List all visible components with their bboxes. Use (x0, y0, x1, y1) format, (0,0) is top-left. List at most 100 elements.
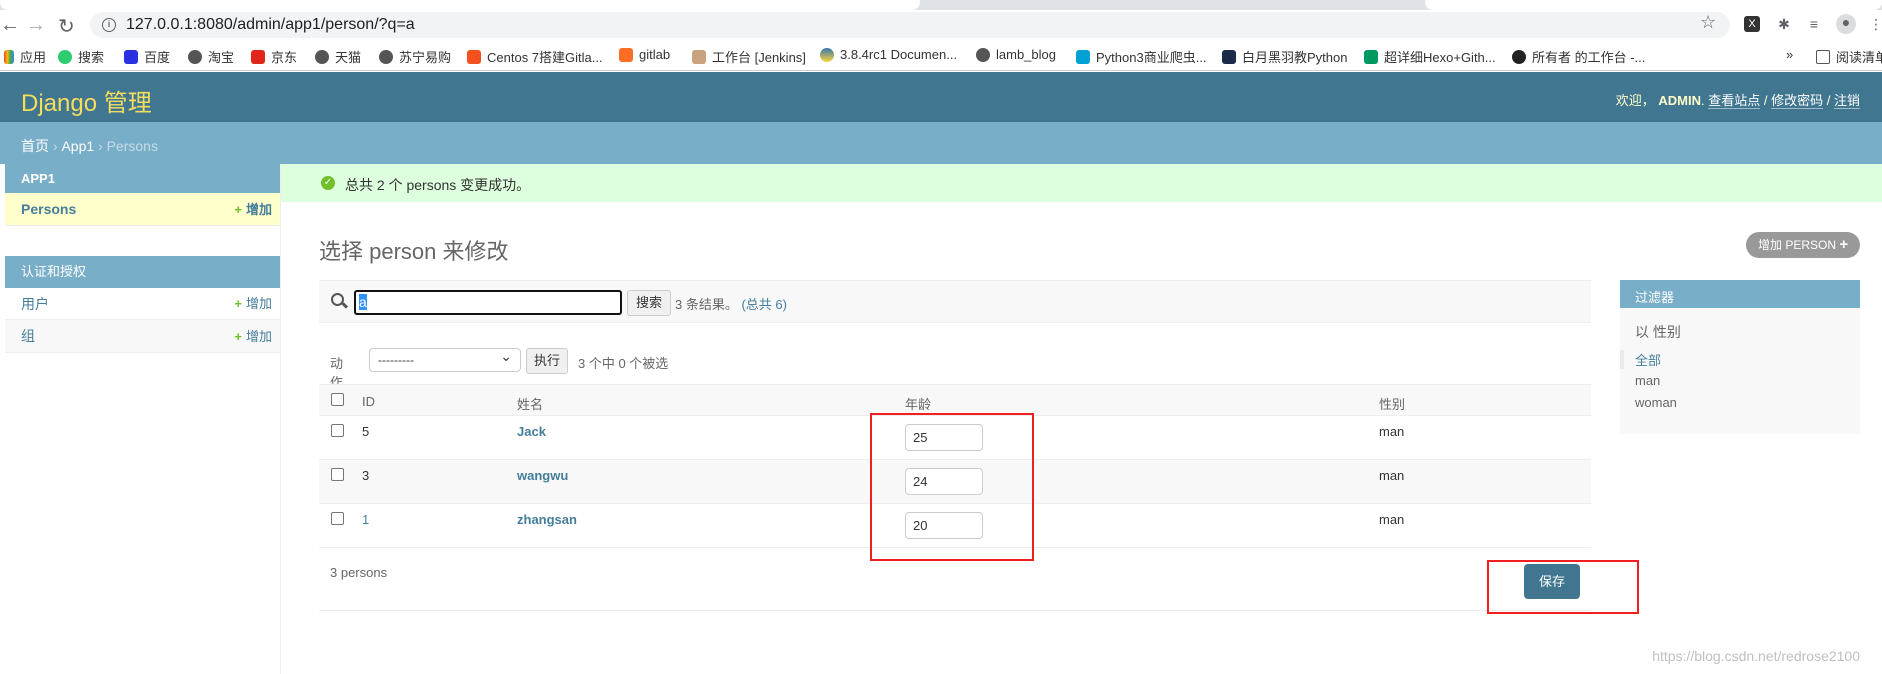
more-bookmarks[interactable]: » (1786, 47, 1793, 62)
separator: / (1763, 93, 1768, 108)
page-title: 选择 person 来修改 (319, 239, 509, 264)
add-person-label: 增加 PERSON (1758, 238, 1837, 252)
show-all-link[interactable]: (总共 6) (741, 297, 787, 312)
breadcrumb-app[interactable]: App1 (61, 138, 94, 154)
column-header-age[interactable]: 年龄 (905, 394, 931, 413)
bookmark[interactable]: Python3商业爬虫... (1076, 47, 1207, 66)
address-bar[interactable]: i 127.0.0.1:8080/admin/app1/person/?q=a (90, 12, 1730, 38)
sidebar-item-label[interactable]: 用户 (21, 296, 49, 312)
bookmark-label: gitlab (639, 47, 671, 62)
column-header-name[interactable]: 姓名 (517, 394, 543, 413)
add-group-link[interactable]: + 增加 (234, 320, 272, 353)
jd-icon (251, 49, 265, 64)
reading-list-icon (1816, 49, 1830, 64)
menu-icon[interactable]: ⋮ (1868, 16, 1882, 32)
reload-icon[interactable]: ↻ (58, 14, 75, 39)
bookmark-apps[interactable]: 应用 (4, 47, 46, 66)
cell-name-link[interactable]: Jack (517, 424, 546, 439)
bookmark-label: Python3商业爬虫... (1096, 50, 1207, 65)
bookmark[interactable]: 工作台 [Jenkins] (692, 47, 806, 66)
profile-icon[interactable]: ● (1836, 14, 1856, 34)
bookmark[interactable]: 搜索 (58, 47, 104, 66)
bookmark[interactable]: 淘宝 (188, 47, 234, 66)
search-value: a (359, 294, 367, 310)
search-button[interactable]: 搜索 (627, 290, 671, 316)
reading-list-label: 阅读清单 (1836, 50, 1882, 65)
reading-list[interactable]: 阅读清单 (1816, 47, 1882, 66)
sidebar-item-users[interactable]: 用户 + 增加 (5, 288, 280, 320)
bookmark-label: lamb_blog (996, 47, 1056, 62)
media-icon[interactable]: ≡ (1806, 16, 1822, 32)
run-action-button[interactable]: 执行 (526, 348, 568, 374)
bookmark[interactable]: gitlab (619, 47, 670, 62)
add-persons-link[interactable]: + 增加 (234, 193, 272, 226)
bilibili-icon (1076, 49, 1090, 64)
module-header-app1[interactable]: APP1 (5, 164, 280, 193)
bookmark[interactable]: 苏宁易购 (379, 47, 451, 66)
sidebar-item-groups[interactable]: 组 + 增加 (5, 320, 280, 353)
column-header-id[interactable]: ID (362, 394, 375, 409)
breadcrumb-current: Persons (106, 138, 158, 154)
extension-x-icon[interactable]: X (1744, 16, 1760, 32)
row-checkbox[interactable] (331, 512, 344, 525)
cell-name-link[interactable]: zhangsan (517, 512, 577, 527)
bookmark[interactable]: 超详细Hexo+Gith... (1364, 47, 1496, 66)
add-person-button[interactable]: 增加 PERSON + (1746, 232, 1860, 258)
bookmark[interactable]: 百度 (124, 47, 170, 66)
site-brand[interactable]: Django 管理 (21, 83, 152, 118)
extensions-icon[interactable]: ✱ (1776, 16, 1792, 32)
column-header-gender[interactable]: 性别 (1379, 394, 1405, 413)
breadcrumb-home[interactable]: 首页 (21, 138, 49, 154)
search-input[interactable]: a (354, 290, 622, 315)
bookmark[interactable]: 京东 (251, 47, 297, 66)
sidebar-item-label[interactable]: 组 (21, 328, 35, 344)
sidebar-item-persons[interactable]: Persons + 增加 (5, 193, 280, 226)
jenkins-icon (692, 49, 706, 64)
moon-icon (1222, 49, 1236, 64)
browser-tab[interactable] (1425, 0, 1882, 10)
star-icon[interactable]: ☆ (1700, 13, 1716, 31)
back-icon[interactable]: ← (0, 14, 20, 37)
plus-icon: + (1839, 236, 1849, 253)
add-user-link[interactable]: + 增加 (234, 288, 272, 320)
cell-id: 5 (362, 424, 370, 439)
view-site-link[interactable]: 查看站点 (1708, 93, 1761, 109)
bookmark-label: 天猫 (335, 50, 362, 65)
cell-id-link[interactable]: 1 (362, 512, 369, 527)
filter-option-all[interactable]: 全部 (1620, 350, 1661, 369)
cell-gender: man (1379, 468, 1405, 483)
bookmark-label: 超详细Hexo+Gith... (1384, 50, 1496, 65)
info-icon[interactable]: i (102, 18, 116, 32)
globe-icon (976, 47, 990, 62)
forward-icon[interactable]: → (26, 14, 46, 37)
cell-id: 3 (362, 468, 370, 483)
filter-option-woman[interactable]: woman (1635, 395, 1677, 410)
select-all-checkbox[interactable] (331, 393, 344, 406)
bookmark[interactable]: lamb_blog (976, 47, 1056, 62)
plus-icon: + (234, 296, 242, 311)
action-select[interactable]: --------- (369, 345, 521, 372)
module-header-auth[interactable]: 认证和授权 (5, 256, 280, 288)
row-checkbox[interactable] (331, 468, 344, 481)
bookmark-label: 淘宝 (208, 50, 235, 65)
bookmark[interactable]: 天猫 (315, 47, 361, 66)
browser-tab[interactable] (0, 0, 920, 10)
logout-link[interactable]: 注销 (1833, 93, 1860, 109)
filter-panel: 过滤器 以 性别 全部 man woman (1620, 280, 1860, 434)
bookmark[interactable]: Centos 7搭建Gitla... (467, 47, 603, 66)
sidebar-item-label[interactable]: Persons (21, 201, 76, 217)
welcome-text: 欢迎， (1615, 93, 1655, 108)
filter-by-gender: 以 性别 (1635, 324, 1681, 340)
filter-option-man[interactable]: man (1635, 373, 1660, 388)
bookmark[interactable]: 白月黑羽教Python (1222, 47, 1347, 66)
bookmark[interactable]: 3.8.4rc1 Documen... (820, 47, 957, 62)
cell-name-link[interactable]: wangwu (517, 468, 568, 483)
bookmark[interactable]: 所有者 的工作台 -... (1512, 47, 1645, 66)
sidebar: APP1 Persons + 增加 认证和授权 用户 + 增加 组 + 增加 (5, 164, 281, 674)
message-text: 总共 2 个 persons 变更成功。 (345, 177, 531, 193)
add-label: 增加 (245, 296, 272, 311)
result-count: 3 persons (330, 565, 388, 580)
browser-toolbar: ← → ↻ i 127.0.0.1:8080/admin/app1/person… (0, 10, 1882, 40)
change-password-link[interactable]: 修改密码 (1771, 93, 1824, 109)
row-checkbox[interactable] (331, 424, 344, 437)
